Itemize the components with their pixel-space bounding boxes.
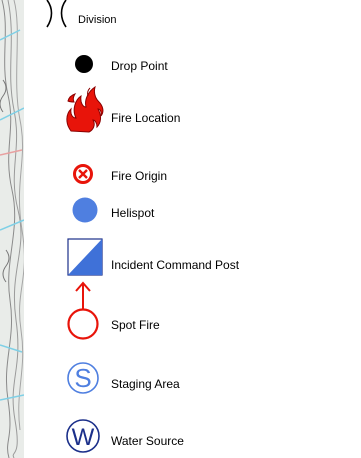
legend-label-water-source: Water Source (111, 434, 184, 448)
division-parens-icon (46, 0, 67, 28)
legend-panel: Division Drop Point Fire Location Fire O… (24, 0, 336, 458)
icp-square-icon (67, 238, 103, 276)
legend-label-icp: Incident Command Post (111, 258, 240, 272)
legend-label-division: Division (78, 14, 117, 26)
staging-area-s-circle-icon: S (67, 362, 99, 394)
legend-label-staging-area: Staging Area (111, 377, 180, 391)
legend-label-helispot: Helispot (111, 206, 155, 220)
map-strip-right (336, 0, 361, 458)
map-legend-view: Division Drop Point Fire Location Fire O… (0, 0, 361, 458)
fire-flame-icon (66, 85, 104, 133)
fire-origin-circle-x-icon (73, 164, 93, 184)
legend-label-drop-point: Drop Point (111, 59, 168, 73)
water-source-w-circle-icon: W (66, 419, 100, 453)
legend-label-fire-origin: Fire Origin (111, 169, 168, 183)
helispot-dot-icon (72, 197, 98, 223)
staging-glyph: S (74, 363, 91, 393)
legend-label-spot-fire: Spot Fire (111, 318, 160, 332)
spot-fire-arrow-circle-icon (67, 281, 99, 340)
legend-label-fire-location: Fire Location (111, 111, 181, 125)
map-strip-left (0, 0, 24, 458)
water-glyph: W (72, 424, 95, 451)
drop-point-dot-icon (75, 55, 93, 73)
map-background (0, 0, 24, 458)
